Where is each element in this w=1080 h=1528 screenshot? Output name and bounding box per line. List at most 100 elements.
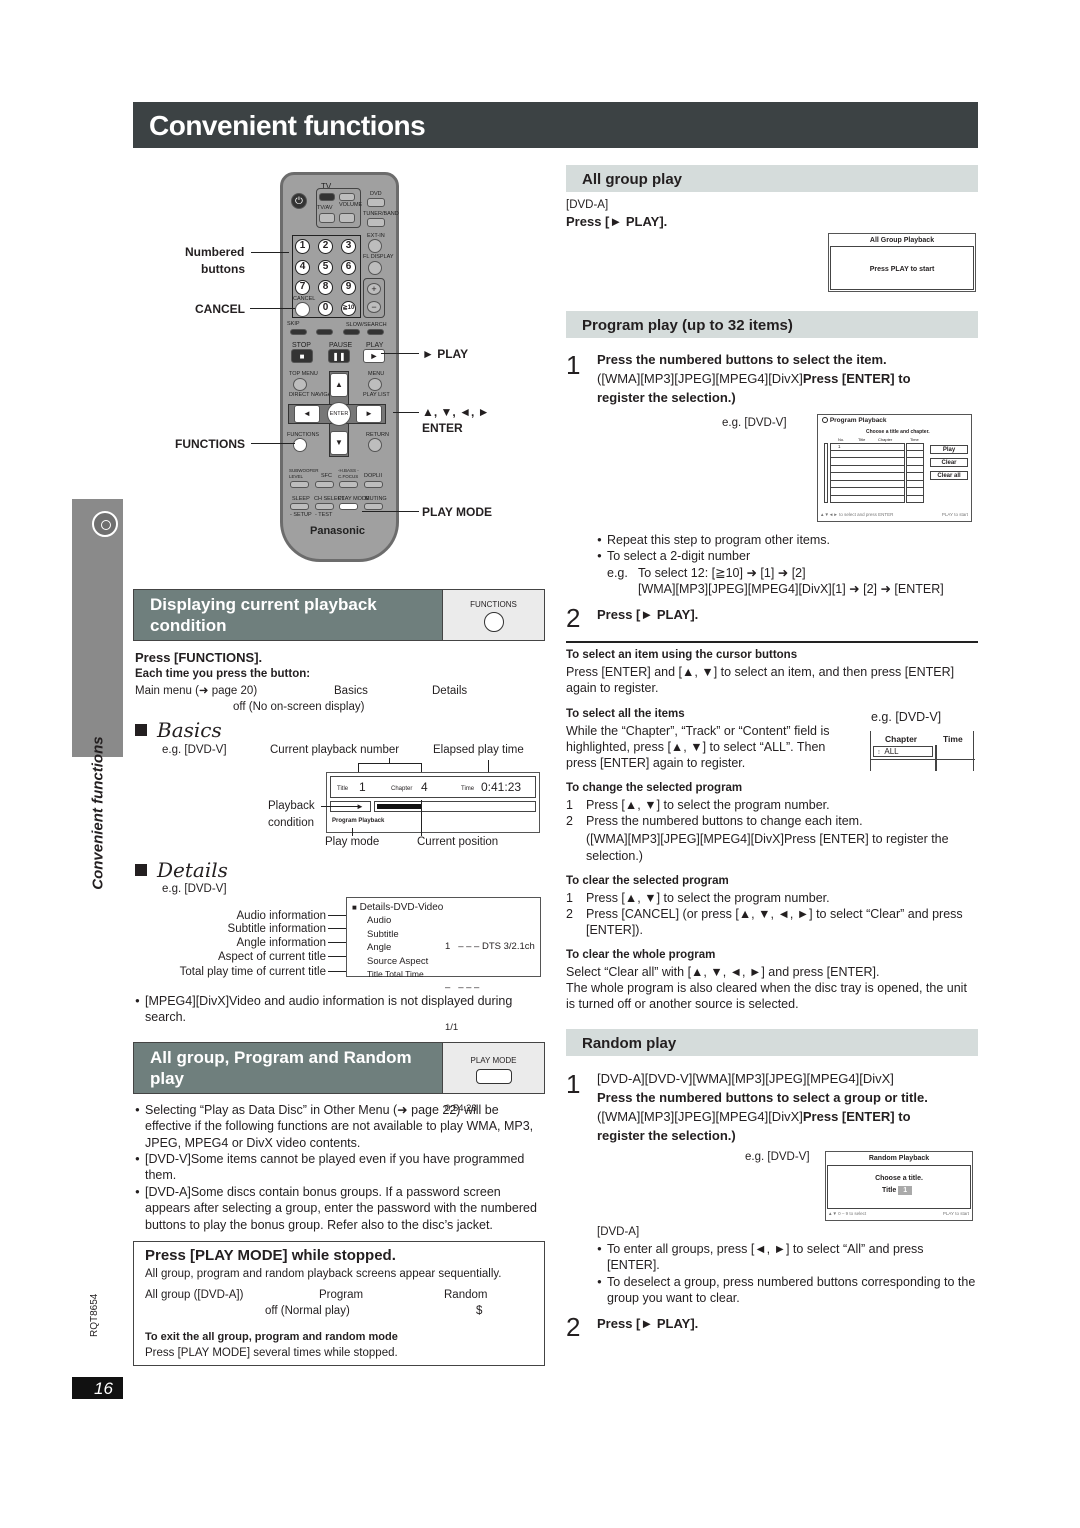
label-playback: Playback	[268, 800, 315, 812]
details-osd-title: ■ Details-DVD-Video	[352, 902, 444, 913]
osd-clear-button: Clear	[930, 458, 968, 467]
program-time-rows	[906, 443, 924, 503]
section-header-display: Displaying current playback condition FU…	[133, 589, 545, 641]
clear-step-num: 2	[566, 907, 573, 921]
basics-example-label: e.g. [DVD-V]	[162, 744, 227, 756]
program-row	[906, 450, 924, 458]
osd-play-mode: Program Playback	[332, 818, 385, 824]
program-row	[906, 458, 924, 466]
cursor-desc: Press [ENTER] and [▲, ▼] to select an it…	[566, 665, 955, 679]
random-title: Random play	[582, 1035, 677, 1052]
bracket-line	[389, 758, 390, 763]
callout-line	[250, 308, 295, 309]
clear-step: Press [CANCEL] (or press [▲, ▼, ◄, ►] to…	[586, 907, 963, 921]
search-back-button	[343, 329, 360, 335]
callout-line	[393, 412, 419, 413]
side-section-label: Convenient functions	[89, 736, 107, 890]
osd-body: Choose a title. Title 1	[827, 1165, 971, 1209]
callout-cancel: CANCEL	[195, 302, 245, 316]
program-row	[906, 473, 924, 481]
playmode-button-icon	[476, 1069, 512, 1084]
skip-label: SKIP	[287, 321, 300, 327]
osd-footer-left: ▲▼◄► to select and press ENTER	[820, 512, 894, 517]
program-row	[830, 458, 905, 466]
program-row	[830, 473, 905, 481]
position-bar	[374, 801, 536, 812]
return-button	[368, 438, 382, 452]
details-label: Aspect of current title	[217, 951, 326, 963]
callout-buttons: buttons	[201, 262, 245, 276]
scrollbar	[824, 443, 828, 503]
exit-desc: Press [PLAY MODE] several times while st…	[145, 1347, 398, 1359]
arrow-right-icon: ►	[356, 802, 364, 811]
osd-message: Press PLAY to start	[869, 266, 935, 273]
program-row	[906, 488, 924, 496]
pause-button: ❚❚	[328, 349, 350, 363]
all-group-osd: All Group Playback Press PLAY to start	[828, 233, 976, 292]
extin-button	[368, 239, 382, 253]
page-title-bar: Convenient functions	[133, 102, 978, 148]
section-header-play-mode: All group, Program and Random play PLAY …	[133, 1042, 545, 1094]
program-row	[830, 450, 905, 458]
select-all-example: e.g. [DVD-V]	[871, 710, 942, 724]
callout-functions: FUNCTIONS	[175, 437, 245, 451]
col-no: No.	[838, 437, 845, 442]
right-arrow-button: ►	[356, 405, 382, 423]
dplii-button	[364, 481, 383, 488]
osd-title: Random Playback	[868, 1155, 930, 1162]
all-group-title: All group play	[582, 171, 683, 188]
details-key: Source Aspect	[367, 955, 429, 967]
digit-2: 2	[318, 239, 333, 254]
basics-heading: Basics	[135, 717, 222, 743]
mode-bullet: [DVD-V]Some items cannot be played even …	[135, 1151, 540, 1184]
details-key: Angle	[367, 942, 392, 953]
details-key: Title Total Time	[367, 969, 424, 979]
setup-label: - SETUP	[290, 512, 312, 518]
osd-time-label: Time	[461, 786, 475, 792]
change-step-num: 1	[566, 798, 573, 812]
select-all-title: To select all the items	[566, 708, 685, 720]
all-osd-time: Time	[943, 734, 963, 744]
col-chapter: Chapter	[878, 437, 893, 442]
details-key: Subtitle	[367, 928, 399, 940]
fldisplay-button	[368, 261, 382, 275]
digit-8: 8	[318, 280, 333, 295]
page-title: Convenient functions	[149, 110, 426, 141]
callout-line	[362, 511, 419, 512]
osd-footer-right: PLAY to start	[941, 512, 968, 517]
program-header: Program play (up to 32 items)	[566, 311, 978, 338]
digit-6: 6	[341, 260, 356, 275]
program-step1-line2: ([WMA][MP3][JPEG][MPEG4][DivX]Press [ENT…	[597, 371, 911, 386]
tv-power-button	[319, 193, 335, 201]
functions-icon-box: FUNCTIONS	[442, 590, 544, 640]
divider	[871, 759, 975, 760]
remote-control-illustration: ⏻ TV TV/AV VOLUME DVD TUNER/BAND EXT-IN …	[280, 172, 399, 562]
seq-program: Program	[319, 1289, 364, 1301]
skip-back-button	[290, 329, 307, 335]
details-label: Total play time of current title	[179, 966, 326, 978]
col-title: Title	[858, 437, 866, 442]
osd-time-value: 0:41:23	[481, 780, 522, 794]
details-note: [MPEG4][DivX]Video and audio information…	[135, 993, 525, 1026]
section-title: Displaying current playback condition	[150, 595, 377, 636]
play-mode-box-desc: All group, program and random playback s…	[145, 1268, 502, 1280]
enter-button: ENTER	[327, 402, 351, 426]
play-button: ►	[363, 349, 385, 363]
random-example-label: e.g. [DVD-V]	[745, 1151, 810, 1163]
page-number-box: 16	[72, 1377, 123, 1399]
osd-title-label: Title	[337, 786, 349, 792]
digit-4: 4	[295, 260, 310, 275]
osd-instruction: Choose a title and chapter.	[866, 429, 930, 435]
clear-all-desc: is turned off or another source is selec…	[566, 997, 799, 1011]
test-label: - TEST	[315, 512, 333, 518]
digit-10-plus: ≧10	[341, 301, 356, 316]
mode-bullet: [DVD-A]Some discs contain bonus groups. …	[135, 1184, 540, 1233]
clear-all-desc: The whole program is also cleared when t…	[566, 981, 967, 995]
disc-icon	[822, 417, 828, 423]
step-number: 2	[566, 1312, 581, 1342]
all-group-disc: [DVD-A]	[566, 199, 609, 211]
clear-step: Press [▲, ▼] to select the program numbe…	[586, 891, 830, 905]
program-step1-line3: register the selection.)	[597, 390, 736, 405]
sequence-main-menu: Main menu (➜ page 20)	[135, 685, 258, 697]
label-elapsed-time: Elapsed play time	[433, 744, 524, 756]
